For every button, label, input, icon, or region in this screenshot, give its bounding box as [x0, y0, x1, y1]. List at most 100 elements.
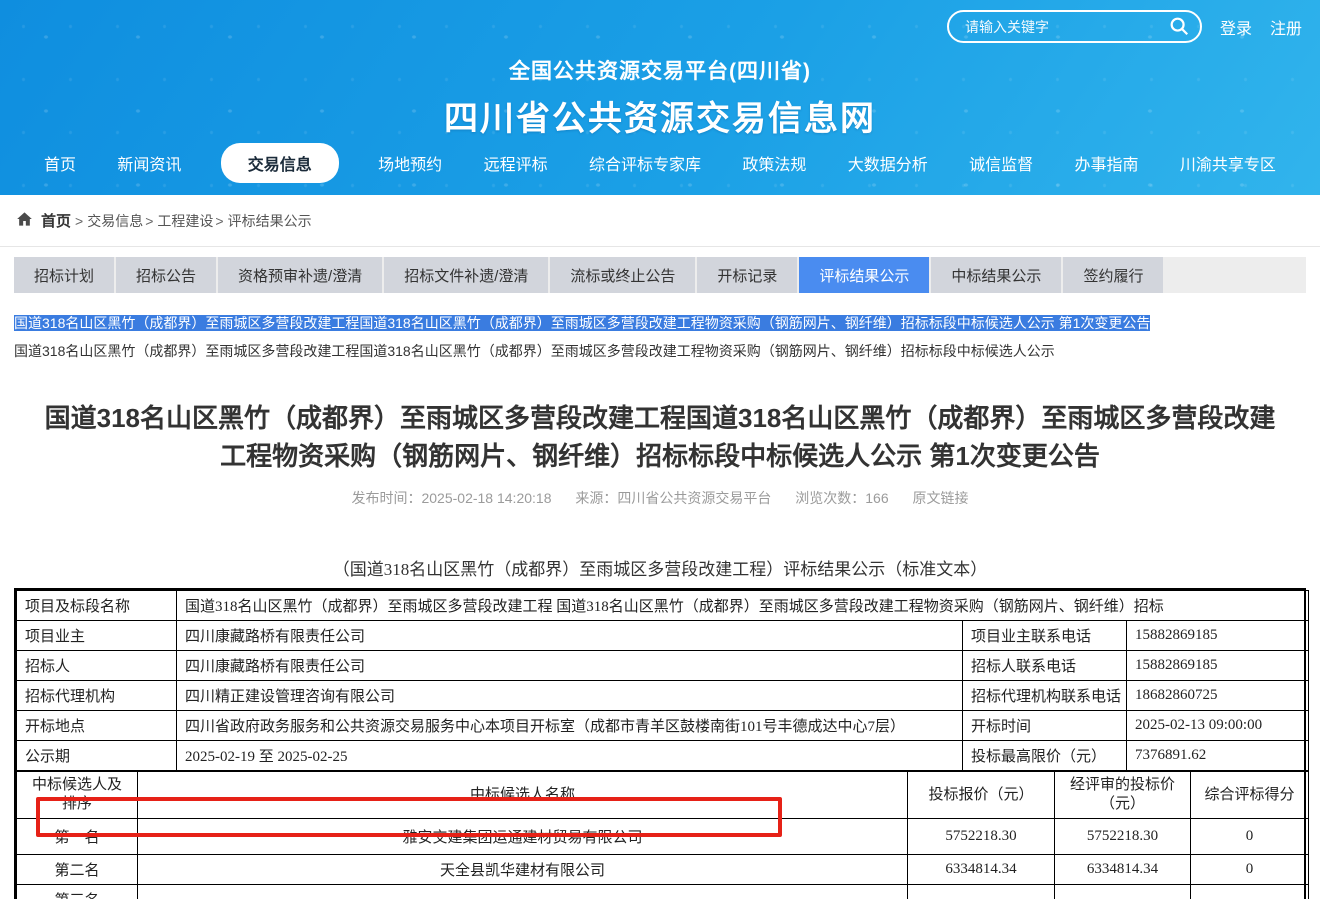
breadcrumb-separator: >: [75, 213, 83, 229]
nav-item-trade-info[interactable]: 交易信息: [221, 143, 339, 183]
nav-item-home[interactable]: 首页: [42, 143, 78, 183]
nav-item-expert-pool[interactable]: 综合评标专家库: [587, 143, 703, 183]
info-label: 项目及标段名称: [17, 591, 177, 621]
breadcrumb-trade-info[interactable]: 交易信息: [87, 211, 143, 231]
article-meta: 发布时间：2025-02-18 14:20:18 来源：四川省公共资源交易平台 …: [0, 488, 1320, 508]
nav-item-chuanyu-zone[interactable]: 川渝共享专区: [1178, 143, 1278, 183]
breadcrumb-evaluation-result[interactable]: 评标结果公示: [228, 211, 312, 231]
info-label: 开标地点: [17, 711, 177, 741]
info-value: 15882869185: [1127, 621, 1309, 651]
platform-super-title: 全国公共资源交易平台(四川省): [0, 55, 1320, 85]
candidate-bid-price: [908, 885, 1055, 899]
result-list: 国道318名山区黑竹（成都界）至雨城区多营段改建工程国道318名山区黑竹（成都界…: [14, 314, 1306, 361]
tab-award-result[interactable]: 中标结果公示: [931, 257, 1061, 293]
info-value: 四川精正建设管理咨询有限公司: [177, 681, 963, 711]
info-value: 国道318名山区黑竹（成都界）至雨城区多营段改建工程 国道318名山区黑竹（成都…: [177, 591, 1309, 621]
candidate-score: [1191, 885, 1309, 899]
candidate-name: 雅安交建集团运通建材贸易有限公司: [138, 819, 908, 855]
nav-item-big-data[interactable]: 大数据分析: [846, 143, 930, 183]
col-header-reviewed-price: 经评审的投标价（元）: [1055, 772, 1191, 819]
tab-evaluation-result[interactable]: 评标结果公示: [799, 257, 929, 293]
candidate-bid-price: 6334814.34: [908, 855, 1055, 885]
breadcrumb-separator: >: [145, 213, 153, 229]
nav-item-remote-evaluation[interactable]: 远程评标: [482, 143, 550, 183]
col-header-bid-price: 投标报价（元）: [908, 772, 1055, 819]
login-link[interactable]: 登录: [1220, 15, 1252, 39]
nav-item-guide[interactable]: 办事指南: [1073, 143, 1141, 183]
candidate-name: 天全县凯华建材有限公司: [138, 855, 908, 885]
candidate-row-first: 第一名 雅安交建集团运通建材贸易有限公司 5752218.30 5752218.…: [17, 819, 1309, 855]
search-box: [947, 10, 1202, 43]
info-value: 15882869185: [1127, 651, 1309, 681]
nav-item-integrity[interactable]: 诚信监督: [967, 143, 1035, 183]
info-value: 四川康藏路桥有限责任公司: [177, 621, 963, 651]
candidate-rank: 第三名: [17, 885, 138, 899]
table-row: 招标人 四川康藏路桥有限责任公司 招标人联系电话 15882869185: [17, 651, 1309, 681]
info-value: 2025-02-19 至 2025-02-25: [177, 741, 963, 771]
info-value: 18682860725: [1127, 681, 1309, 711]
search-icon[interactable]: [1168, 15, 1190, 42]
breadcrumb: 首页 > 交易信息 > 工程建设 > 评标结果公示: [0, 195, 1320, 247]
info-label: 招标人: [17, 651, 177, 681]
candidate-reviewed-price: [1055, 885, 1191, 899]
main-nav: 首页 新闻资讯 交易信息 场地预约 远程评标 综合评标专家库 政策法规 大数据分…: [0, 143, 1320, 183]
breadcrumb-separator: >: [215, 213, 223, 229]
project-info-table: 项目及标段名称 国道318名山区黑竹（成都界）至雨城区多营段改建工程 国道318…: [16, 590, 1309, 771]
tab-bid-plan[interactable]: 招标计划: [14, 257, 114, 293]
candidate-row-second: 第二名 天全县凯华建材有限公司 6334814.34 6334814.34 0: [17, 855, 1309, 885]
info-label: 招标人联系电话: [963, 651, 1127, 681]
info-value: 四川康藏路桥有限责任公司: [177, 651, 963, 681]
list-item-selected[interactable]: 国道318名山区黑竹（成都界）至雨城区多营段改建工程国道318名山区黑竹（成都界…: [14, 315, 1150, 331]
info-value: 7376891.62: [1127, 741, 1309, 771]
publish-time: 发布时间：2025-02-18 14:20:18: [351, 490, 551, 506]
info-label: 招标代理机构: [17, 681, 177, 711]
info-label: 招标代理机构联系电话: [963, 681, 1127, 711]
tab-bid-announcement[interactable]: 招标公告: [116, 257, 216, 293]
source: 来源：四川省公共资源交易平台: [575, 490, 771, 506]
nav-item-policies[interactable]: 政策法规: [740, 143, 808, 183]
nav-item-venue-booking[interactable]: 场地预约: [376, 143, 444, 183]
topbar: 登录 注册: [947, 10, 1302, 43]
site-header: 登录 注册 全国公共资源交易平台(四川省) 四川省公共资源交易信息网 首页 新闻…: [0, 0, 1320, 195]
table-caption: （国道318名山区黑竹（成都界）至雨城区多营段改建工程）评标结果公示（标准文本）: [0, 555, 1320, 580]
candidate-score: 0: [1191, 819, 1309, 855]
table-row: 招标代理机构 四川精正建设管理咨询有限公司 招标代理机构联系电话 1868286…: [17, 681, 1309, 711]
info-label: 投标最高限价（元）: [963, 741, 1127, 771]
list-item[interactable]: 国道318名山区黑竹（成都界）至雨城区多营段改建工程国道318名山区黑竹（成都界…: [14, 342, 1306, 361]
info-label: 项目业主联系电话: [963, 621, 1127, 651]
info-value: 2025-02-13 09:00:00: [1127, 711, 1309, 741]
table-row: 项目业主 四川康藏路桥有限责任公司 项目业主联系电话 15882869185: [17, 621, 1309, 651]
info-label: 开标时间: [963, 711, 1127, 741]
page-title: 国道318名山区黑竹（成都界）至雨城区多营段改建工程国道318名山区黑竹（成都界…: [40, 399, 1280, 475]
table-header-row: 中标候选人及排序 中标候选人名称 投标报价（元） 经评审的投标价（元） 综合评标…: [17, 772, 1309, 819]
tab-bid-opening-record[interactable]: 开标记录: [697, 257, 797, 293]
candidate-row-third: 第三名: [17, 885, 1309, 899]
original-link[interactable]: 原文链接: [913, 490, 969, 506]
category-tabbar: 招标计划 招标公告 资格预审补遗/澄清 招标文件补遗/澄清 流标或终止公告 开标…: [14, 257, 1306, 293]
search-input[interactable]: [947, 10, 1202, 43]
nav-item-news[interactable]: 新闻资讯: [115, 143, 183, 183]
col-header-rank: 中标候选人及排序: [17, 772, 138, 819]
tab-prequalification-addendum[interactable]: 资格预审补遗/澄清: [218, 257, 382, 293]
info-label: 项目业主: [17, 621, 177, 651]
candidate-rank: 第一名: [17, 819, 138, 855]
tab-failed-or-terminated[interactable]: 流标或终止公告: [550, 257, 695, 293]
view-count: 浏览次数：166: [795, 490, 888, 506]
candidates-table: 中标候选人及排序 中标候选人名称 投标报价（元） 经评审的投标价（元） 综合评标…: [16, 771, 1309, 899]
candidate-name: [138, 885, 908, 899]
evaluation-result-table: 项目及标段名称 国道318名山区黑竹（成都界）至雨城区多营段改建工程 国道318…: [14, 588, 1306, 899]
site-main-title: 四川省公共资源交易信息网: [0, 91, 1320, 140]
table-row: 公示期 2025-02-19 至 2025-02-25 投标最高限价（元） 73…: [17, 741, 1309, 771]
register-link[interactable]: 注册: [1270, 15, 1302, 39]
candidate-rank: 第二名: [17, 855, 138, 885]
info-label: 公示期: [17, 741, 177, 771]
table-row: 开标地点 四川省政府政务服务和公共资源交易服务中心本项目开标室（成都市青羊区鼓楼…: [17, 711, 1309, 741]
breadcrumb-construction[interactable]: 工程建设: [157, 211, 213, 231]
breadcrumb-home[interactable]: 首页: [41, 210, 71, 231]
candidate-reviewed-price: 6334814.34: [1055, 855, 1191, 885]
table-row: 项目及标段名称 国道318名山区黑竹（成都界）至雨城区多营段改建工程 国道318…: [17, 591, 1309, 621]
tab-bid-doc-addendum[interactable]: 招标文件补遗/澄清: [384, 257, 548, 293]
tab-contract-performance[interactable]: 签约履行: [1063, 257, 1163, 293]
col-header-candidate-name: 中标候选人名称: [138, 772, 908, 819]
home-icon[interactable]: [16, 211, 33, 230]
